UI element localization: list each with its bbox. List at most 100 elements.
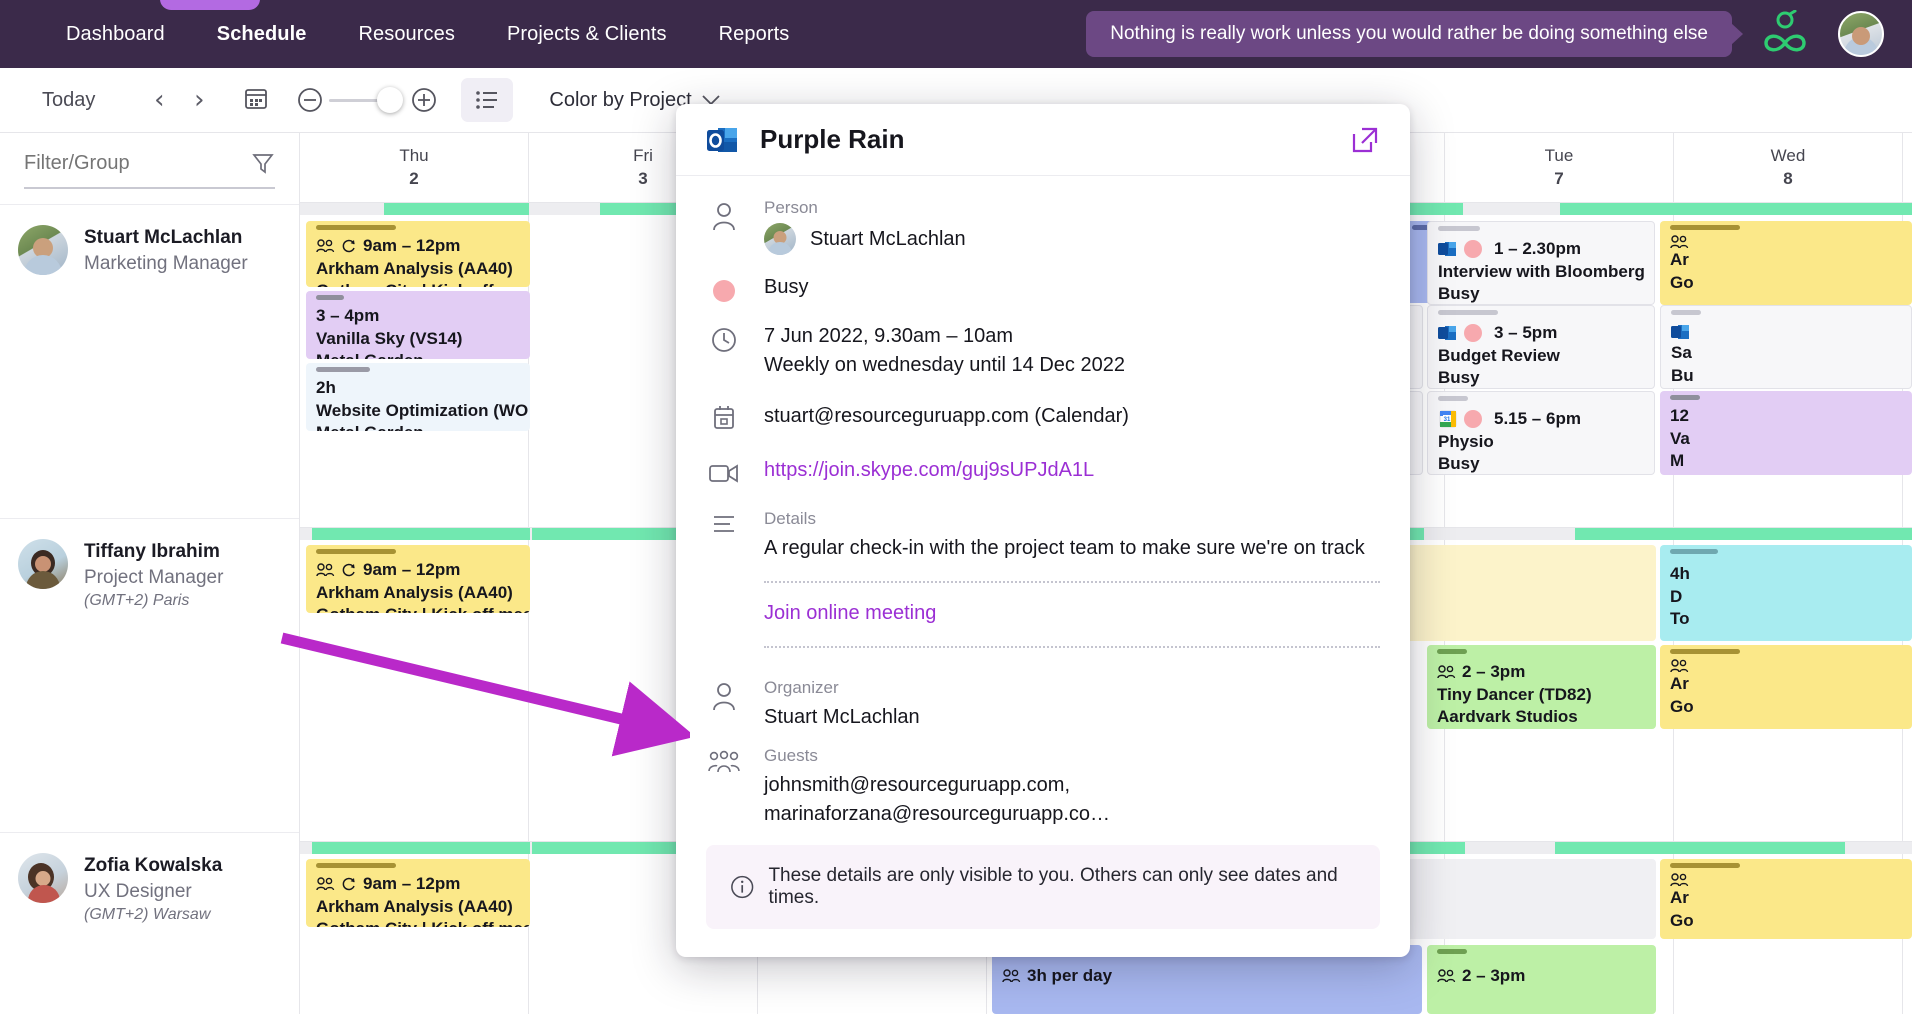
event-right-sa[interactable]: Sa Bu xyxy=(1660,305,1912,389)
filter-group-input[interactable] xyxy=(24,152,224,175)
event-client: Aardvark Studios xyxy=(1437,706,1646,729)
event-title: Physio xyxy=(1438,431,1644,454)
person-icon-wrap xyxy=(706,198,742,255)
event-arkham-analysis-thu[interactable]: 9am – 12pm Arkham Analysis (AA40) Gotham… xyxy=(306,221,530,287)
popup-guests-row: Guests johnsmith@resourceguruapp.com, ma… xyxy=(706,746,1380,829)
availability-fill xyxy=(384,203,529,215)
previous-period-button[interactable]: ‹ xyxy=(139,87,179,113)
join-online-meeting-link[interactable]: Join online meeting xyxy=(764,599,1380,628)
today-button[interactable]: Today xyxy=(42,89,95,112)
event-project: D xyxy=(1670,586,1902,609)
event-client: Metal Garden xyxy=(316,422,520,431)
person-name: Stuart McLachlan xyxy=(810,225,966,254)
event-physio[interactable]: 31 5.15 – 6pm Physio Busy xyxy=(1427,391,1655,475)
event-time: 3 – 5pm xyxy=(1494,322,1557,345)
zoom-slider-knob[interactable] xyxy=(377,87,403,113)
event-arkham-analysis-zofia[interactable]: 9am – 12pm Arkham Analysis (AA40) Gotham… xyxy=(306,859,530,927)
event-right-arkham-3[interactable]: Ar Go xyxy=(1660,859,1912,939)
calendar-account: stuart@resourceguruapp.com (Calendar) xyxy=(764,402,1380,431)
event-website-optimization[interactable]: 2h Website Optimization (WO Metal Garden xyxy=(306,363,530,431)
event-right-arkham-2[interactable]: Ar Go xyxy=(1660,645,1912,729)
guests-icon xyxy=(708,750,740,774)
divider xyxy=(764,646,1380,648)
event-client: M xyxy=(1670,450,1902,473)
event-status: Busy xyxy=(1438,453,1644,475)
popup-calendar-row: stuart@resourceguruapp.com (Calendar) xyxy=(706,400,1380,432)
user-avatar[interactable] xyxy=(1838,11,1884,57)
zoom-in-icon[interactable] xyxy=(409,85,439,115)
info-icon xyxy=(730,874,754,900)
event-project: Arkham Analysis (AA40) xyxy=(316,582,520,605)
day-num: 3 xyxy=(638,168,647,190)
event-interview-bloomberg[interactable]: 1 – 2.30pm Interview with Bloomberg Busy xyxy=(1427,221,1655,305)
person-info: Zofia Kowalska UX Designer (GMT+2) Warsa… xyxy=(84,853,222,926)
details-label: Details xyxy=(764,509,1380,529)
guests-label: Guests xyxy=(764,746,1380,766)
person-name: Zofia Kowalska xyxy=(84,853,222,879)
availability-fill xyxy=(1575,528,1912,540)
outlook-icon xyxy=(1671,322,1691,342)
event-arkham-analysis-tiffany[interactable]: 9am – 12pm Arkham Analysis (AA40) Gotham… xyxy=(306,545,530,613)
filter-icon[interactable] xyxy=(251,151,275,175)
resource-sidebar: Stuart McLachlan Marketing Manager Tiffa… xyxy=(0,133,300,1014)
avatar xyxy=(764,223,796,255)
event-right-cyan[interactable]: 4h D To xyxy=(1660,545,1912,641)
event-tiny-dancer-2[interactable]: 2 – 3pm xyxy=(1427,945,1656,1014)
popup-datetime-row: 7 Jun 2022, 9.30am – 10am Weekly on wedn… xyxy=(706,322,1380,380)
event-title: Budget Review xyxy=(1438,345,1644,368)
popup-organizer-row: Organizer Stuart McLachlan xyxy=(706,678,1380,732)
sidebar-person-stuart[interactable]: Stuart McLachlan Marketing Manager xyxy=(0,205,299,519)
event-project: Tiny Dancer (TD82) xyxy=(1437,684,1646,707)
people-icon xyxy=(1670,235,1689,249)
organizer-name: Stuart McLachlan xyxy=(764,703,1380,732)
zoom-slider-control[interactable] xyxy=(295,85,439,115)
event-right-arkham[interactable]: Ar Go xyxy=(1660,221,1912,305)
outlook-icon xyxy=(1438,239,1458,259)
status-value: Busy xyxy=(764,273,1380,302)
filter-underline xyxy=(24,187,275,189)
event-budget-review[interactable]: 3 – 5pm Budget Review Busy xyxy=(1427,305,1655,389)
avatar xyxy=(18,225,68,275)
event-vanilla-sky[interactable]: 3 – 4pm Vanilla Sky (VS14) Metal Garden xyxy=(306,291,530,359)
people-icon xyxy=(316,239,335,253)
top-navigation-bar: Dashboard Schedule Resources Projects & … xyxy=(0,0,1912,68)
nav-active-indicator xyxy=(160,0,260,10)
sidebar-person-zofia[interactable]: Zofia Kowalska UX Designer (GMT+2) Warsa… xyxy=(0,833,299,1014)
datetime-line-1: 7 Jun 2022, 9.30am – 10am xyxy=(764,322,1380,351)
busy-dot-icon xyxy=(1464,410,1482,428)
video-camera-icon xyxy=(709,462,739,484)
popup-person-row: Person Stuart McLachlan xyxy=(706,198,1380,255)
event-tiny-dancer[interactable]: 2 – 3pm Tiny Dancer (TD82) Aardvark Stud… xyxy=(1427,645,1656,729)
clock-icon xyxy=(710,326,738,354)
sidebar-person-tiffany[interactable]: Tiffany Ibrahim Project Manager (GMT+2) … xyxy=(0,519,299,833)
availability-fill xyxy=(1555,842,1845,854)
next-period-button[interactable]: › xyxy=(179,87,219,113)
nav-item-resources[interactable]: Resources xyxy=(332,23,481,46)
event-client: Metal Garden xyxy=(316,350,520,359)
event-time: 12 xyxy=(1670,405,1902,428)
meeting-url-link[interactable]: https://join.skype.com/guj9sUPJdA1L xyxy=(764,456,1380,485)
day-dow: Fri xyxy=(633,145,653,167)
calendar-picker-button[interactable] xyxy=(243,85,269,116)
organizer-label: Organizer xyxy=(764,678,1380,698)
privacy-note: These details are only visible to you. O… xyxy=(706,845,1380,929)
popup-person: Stuart McLachlan xyxy=(764,223,1380,255)
zoom-out-icon[interactable] xyxy=(295,85,325,115)
event-right-vanilla[interactable]: 12 Va M xyxy=(1660,391,1912,475)
availability-fill xyxy=(312,528,530,540)
event-client: Gotham City | Kick off meeti xyxy=(316,280,520,287)
filter-group-box xyxy=(0,133,299,205)
nav-item-projects-clients[interactable]: Projects & Clients xyxy=(481,23,693,46)
event-status: Busy xyxy=(1438,367,1644,389)
person-label: Person xyxy=(764,198,1380,218)
person-role: Marketing Manager xyxy=(84,251,248,277)
infinity-logo-icon[interactable] xyxy=(1758,10,1812,58)
event-time: 3h per day xyxy=(1027,965,1112,988)
event-time: 2 – 3pm xyxy=(1462,965,1525,988)
nav-item-dashboard[interactable]: Dashboard xyxy=(40,23,191,46)
nav-item-reports[interactable]: Reports xyxy=(693,23,816,46)
list-view-toggle[interactable] xyxy=(461,78,513,122)
nav-item-schedule[interactable]: Schedule xyxy=(191,23,333,46)
open-external-icon[interactable] xyxy=(1350,125,1380,155)
privacy-note-text: These details are only visible to you. O… xyxy=(768,865,1356,909)
